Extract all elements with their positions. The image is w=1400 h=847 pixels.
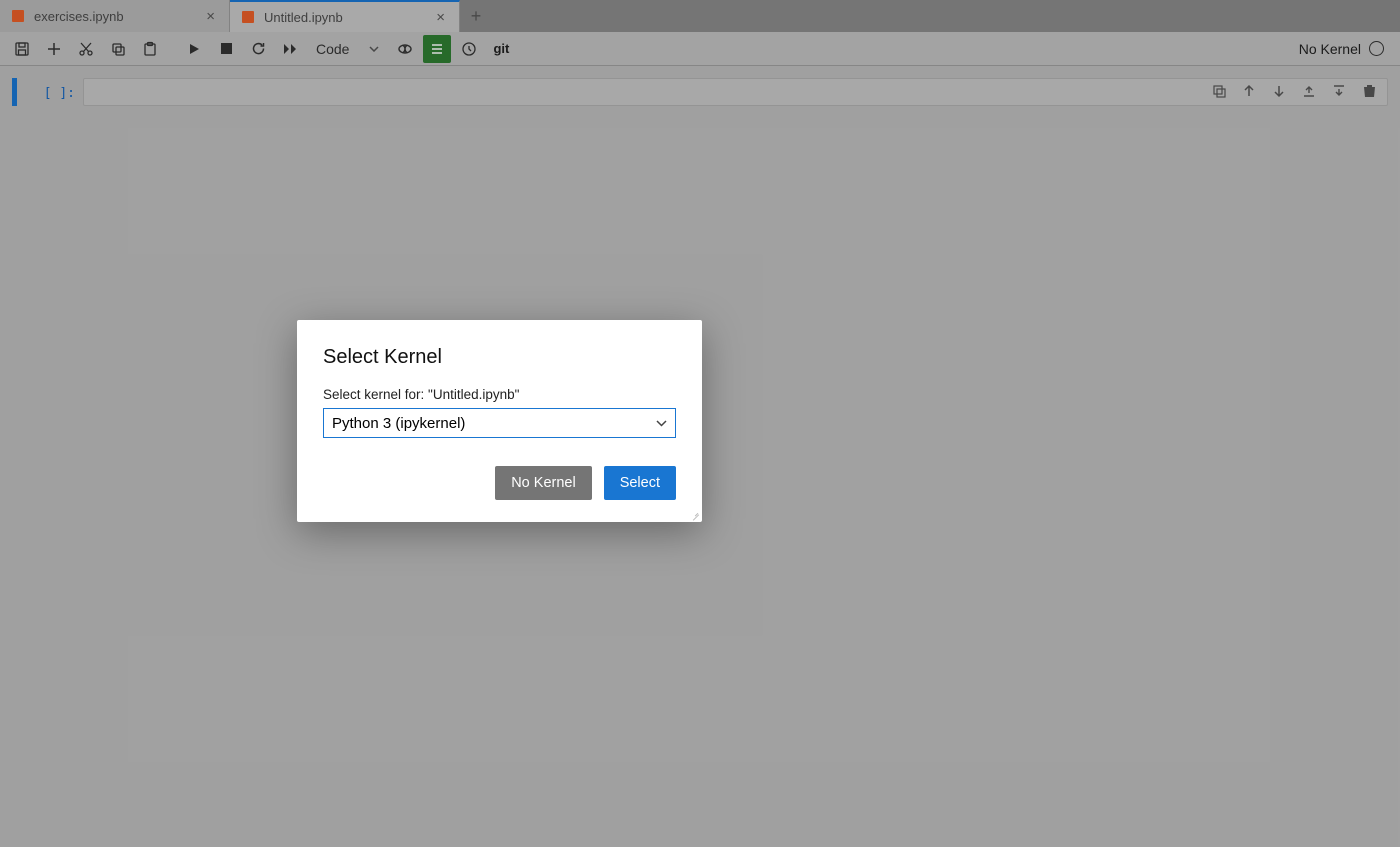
select-button[interactable]: Select: [604, 466, 676, 500]
no-kernel-button[interactable]: No Kernel: [495, 466, 591, 500]
run-all-button[interactable]: [276, 35, 304, 63]
insert-below-button[interactable]: [1328, 80, 1350, 102]
stop-button[interactable]: [212, 35, 240, 63]
tab-bar: exercises.ipynb × Untitled.ipynb × +: [0, 0, 1400, 32]
cell-gutter: [ ]:: [23, 78, 83, 106]
chevron-down-icon: [369, 46, 379, 52]
render-button[interactable]: [391, 35, 419, 63]
kernel-status[interactable]: No Kernel: [1299, 41, 1392, 57]
restart-button[interactable]: [244, 35, 272, 63]
insert-above-button[interactable]: [1298, 80, 1320, 102]
cell-type-dropdown[interactable]: Code: [308, 41, 387, 57]
cell-input[interactable]: [83, 78, 1388, 106]
copy-button[interactable]: [104, 35, 132, 63]
git-label[interactable]: git: [493, 41, 509, 56]
notebook-icon: [240, 9, 256, 25]
cell-prompt: [ ]:: [44, 86, 75, 101]
kernel-indicator-icon: [1369, 41, 1384, 56]
dialog-buttons: No Kernel Select: [323, 466, 676, 500]
notebook-toolbar: Code git No Kernel: [0, 32, 1400, 66]
notebook-icon: [10, 8, 26, 24]
code-cell[interactable]: [ ]:: [12, 78, 1388, 106]
kernel-select[interactable]: Python 3 (ipykernel): [323, 408, 676, 438]
clock-icon[interactable]: [455, 35, 483, 63]
duplicate-cell-button[interactable]: [1208, 80, 1230, 102]
move-down-button[interactable]: [1268, 80, 1290, 102]
delete-cell-button[interactable]: [1358, 80, 1380, 102]
dialog-label: Select kernel for: "Untitled.ipynb": [323, 387, 676, 402]
move-up-button[interactable]: [1238, 80, 1260, 102]
cut-button[interactable]: [72, 35, 100, 63]
tab-untitled[interactable]: Untitled.ipynb ×: [230, 0, 460, 32]
cell-type-label: Code: [316, 41, 349, 57]
tab-label: exercises.ipynb: [34, 9, 124, 24]
chevron-down-icon: [656, 420, 667, 427]
run-button[interactable]: [180, 35, 208, 63]
formatter-button[interactable]: [423, 35, 451, 63]
cell-toolbar: [1208, 80, 1380, 102]
save-button[interactable]: [8, 35, 36, 63]
tab-label: Untitled.ipynb: [264, 10, 343, 25]
paste-button[interactable]: [136, 35, 164, 63]
tab-exercises[interactable]: exercises.ipynb ×: [0, 0, 230, 32]
resize-handle[interactable]: [688, 508, 700, 520]
kernel-select-value: Python 3 (ipykernel): [332, 415, 465, 432]
new-tab-button[interactable]: +: [460, 0, 492, 32]
insert-cell-button[interactable]: [40, 35, 68, 63]
dialog-title: Select Kernel: [323, 346, 676, 369]
close-icon[interactable]: ×: [202, 8, 219, 25]
cell-active-indicator: [12, 78, 17, 106]
close-icon[interactable]: ×: [432, 9, 449, 26]
kernel-status-label: No Kernel: [1299, 41, 1361, 57]
select-kernel-dialog: Select Kernel Select kernel for: "Untitl…: [297, 320, 702, 522]
